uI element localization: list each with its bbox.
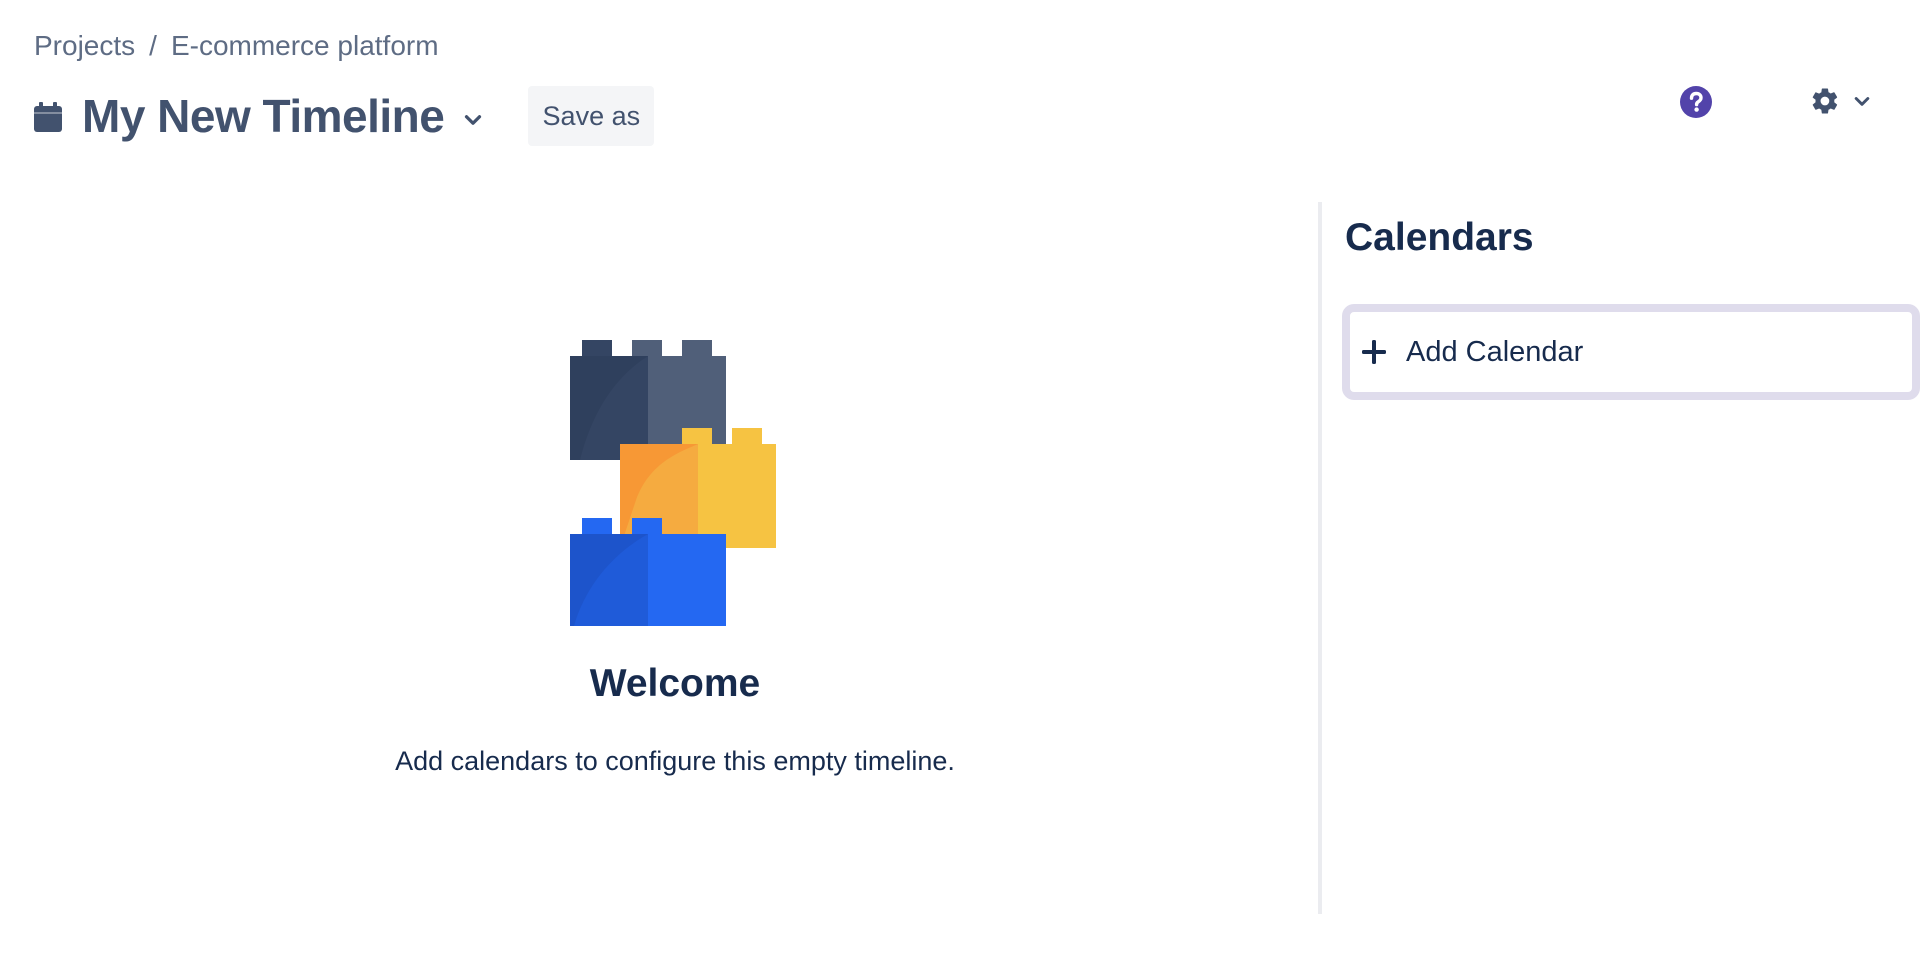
- timeline-page: Projects / E-commerce platform My New Ti…: [0, 0, 1928, 968]
- breadcrumb-project-name[interactable]: E-commerce platform: [171, 30, 439, 62]
- panel-divider: [1318, 202, 1322, 914]
- breadcrumb-projects[interactable]: Projects: [34, 30, 135, 62]
- add-calendar-button[interactable]: Add Calendar: [1342, 304, 1920, 400]
- page-title: My New Timeline: [82, 90, 445, 142]
- welcome-heading: Welcome: [589, 662, 761, 705]
- empty-state: Welcome Add calendars to configure this …: [300, 340, 1050, 777]
- plus-icon: [1362, 340, 1386, 364]
- save-as-button[interactable]: Save as: [528, 86, 655, 146]
- settings-menu[interactable]: [1810, 86, 1872, 116]
- chevron-down-icon[interactable]: [460, 107, 486, 133]
- calendar-icon: [34, 102, 62, 132]
- empty-state-description: Add calendars to configure this empty ti…: [395, 746, 955, 776]
- building-blocks-illustration: [570, 340, 776, 626]
- help-icon[interactable]: [1679, 85, 1713, 119]
- add-calendar-label: Add Calendar: [1406, 335, 1584, 368]
- breadcrumb: Projects / E-commerce platform: [34, 30, 439, 62]
- gear-icon[interactable]: [1810, 86, 1840, 116]
- breadcrumb-separator: /: [149, 30, 157, 61]
- chevron-down-icon[interactable]: [1852, 91, 1872, 111]
- calendars-heading: Calendars: [1345, 216, 1534, 259]
- page-header: My New Timeline Save as: [34, 86, 655, 146]
